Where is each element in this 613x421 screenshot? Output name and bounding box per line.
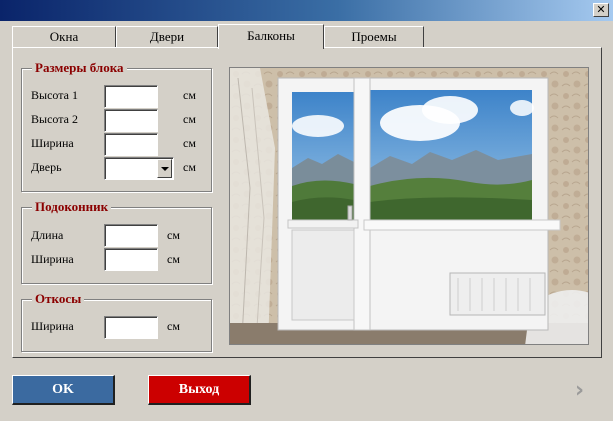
tab-doors[interactable]: Двери (116, 26, 218, 48)
height1-label: Высота 1 (31, 88, 78, 102)
height2-unit: см (183, 112, 196, 126)
door-unit: см (183, 160, 196, 174)
next-arrow-icon[interactable]: › (575, 380, 589, 402)
slopes-title: Откосы (32, 291, 85, 307)
block-size-group: Размеры блока Высота 1 см Высота 2 см Ши… (21, 60, 212, 192)
sill-length-input[interactable] (104, 224, 158, 247)
width-label: Ширина (31, 136, 74, 150)
door-select[interactable] (104, 157, 174, 180)
height2-label: Высота 2 (31, 112, 78, 126)
sill-title: Подоконник (32, 199, 112, 215)
block-size-title: Размеры блока (32, 60, 127, 76)
height1-unit: см (183, 88, 196, 102)
tab-openings[interactable]: Проемы (324, 26, 424, 48)
close-button[interactable]: ✕ (593, 3, 609, 17)
ok-button[interactable]: OK (12, 375, 115, 405)
width-input[interactable] (104, 133, 158, 156)
tab-windows[interactable]: Окна (12, 26, 116, 48)
balcony-illustration (230, 68, 588, 344)
door-dropdown-button[interactable] (157, 159, 172, 178)
sill-width-input[interactable] (104, 248, 158, 271)
titlebar[interactable]: ✕ (0, 0, 613, 21)
slopes-group: Откосы Ширина см (21, 291, 212, 352)
slopes-width-input[interactable] (104, 316, 158, 339)
slopes-width-unit: см (167, 319, 180, 333)
slopes-width-label: Ширина (31, 319, 74, 333)
balcony-image (229, 67, 589, 345)
sill-length-label: Длина (31, 228, 64, 242)
sill-width-unit: см (167, 252, 180, 266)
chevron-down-icon (161, 167, 169, 171)
door-label: Дверь (31, 160, 62, 174)
dialog-window: ✕ Окна Двери Балконы Проемы Размеры блок… (0, 0, 613, 421)
sill-length-unit: см (167, 228, 180, 242)
height1-input[interactable] (104, 85, 158, 108)
sill-group: Подоконник Длина см Ширина см (21, 199, 212, 284)
exit-button[interactable]: Выход (148, 375, 251, 405)
width-unit: см (183, 136, 196, 150)
sill-width-label: Ширина (31, 252, 74, 266)
tab-balconies[interactable]: Балконы (218, 24, 324, 49)
height2-input[interactable] (104, 109, 158, 132)
